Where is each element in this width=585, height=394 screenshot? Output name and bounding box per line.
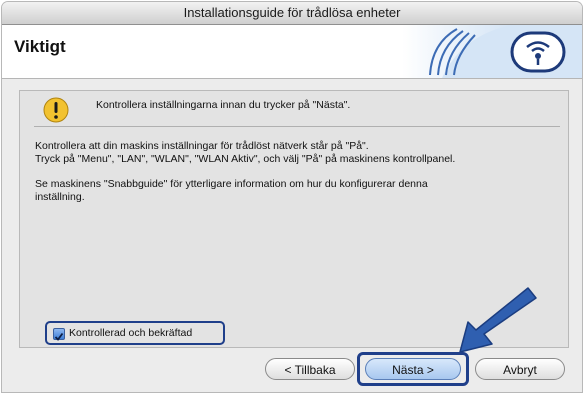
page-title: Viktigt — [14, 37, 66, 56]
confirm-checkbox[interactable] — [53, 328, 65, 341]
notice-text: Kontrollera inställningarna innan du try… — [96, 99, 351, 111]
instruction-line-1: Kontrollera att din maskins inställninga… — [35, 140, 369, 152]
divider — [34, 126, 560, 127]
installer-window: Installationsguide för trådlösa enheter … — [2, 2, 582, 392]
cancel-button[interactable]: Avbryt — [475, 358, 565, 380]
back-button[interactable]: < Tillbaka — [265, 358, 355, 380]
confirm-checkbox-label[interactable]: Kontrollerad och bekräftad — [69, 327, 192, 339]
confirm-checkbox-group[interactable]: Kontrollerad och bekräftad — [45, 321, 225, 345]
warning-icon — [43, 97, 69, 128]
next-button[interactable]: Nästa > — [365, 358, 461, 380]
instruction-line-2: Tryck på "Menu", "LAN", "WLAN", "WLAN Ak… — [35, 153, 456, 165]
wireless-signal-icon — [402, 25, 582, 78]
checkmark-icon — [54, 332, 64, 341]
window-titlebar: Installationsguide för trådlösa enheter — [2, 2, 582, 25]
info-line-1: Se maskinens "Snabbguide" för ytterligar… — [35, 178, 428, 190]
info-line-2: inställning. — [35, 191, 85, 203]
header: Viktigt — [2, 25, 582, 79]
pointer-arrow-icon — [459, 287, 537, 353]
